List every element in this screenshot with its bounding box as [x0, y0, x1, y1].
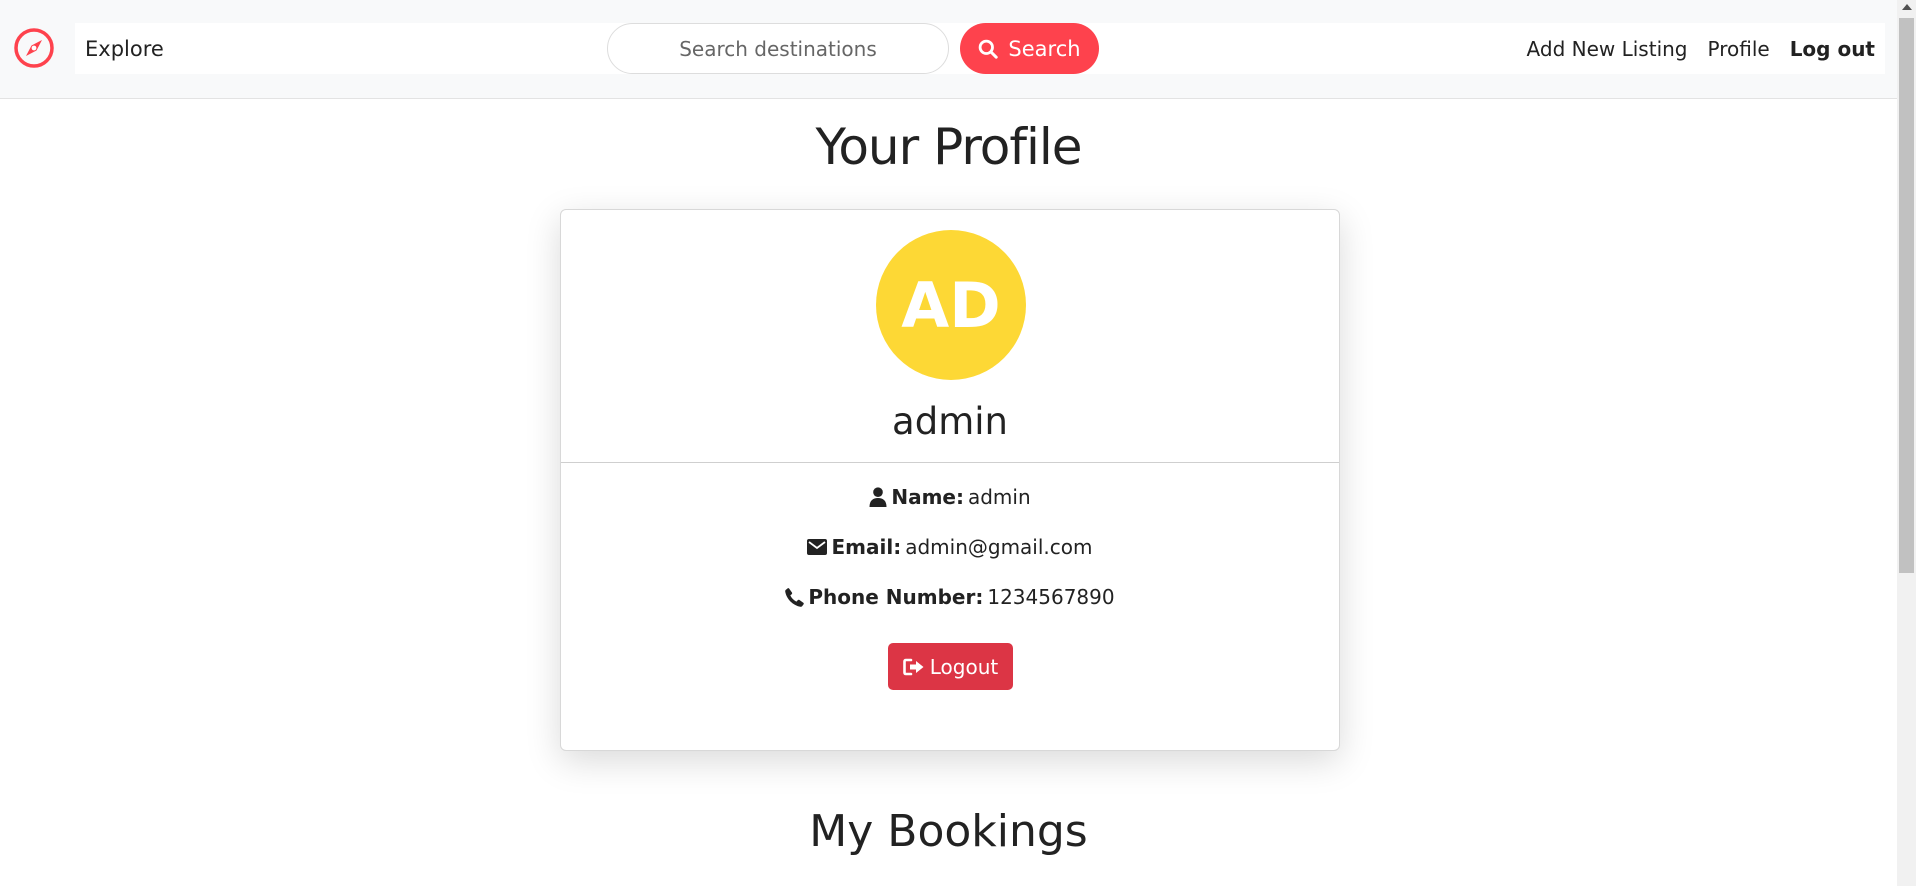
profile-name-row: Name: admin	[561, 485, 1339, 509]
name-value: admin	[967, 485, 1031, 509]
nav-links: Add New Listing Profile Log out	[1527, 23, 1875, 74]
name-label: Name:	[891, 485, 964, 509]
avatar: AD	[876, 230, 1026, 380]
brand-logo[interactable]	[13, 27, 55, 69]
sign-out-icon	[902, 658, 924, 675]
nav-add-listing-link[interactable]: Add New Listing	[1527, 37, 1688, 61]
nav-explore-link[interactable]: Explore	[85, 23, 164, 74]
compass-icon	[14, 28, 54, 68]
email-value: admin@gmail.com	[905, 535, 1093, 559]
envelope-icon	[807, 539, 828, 555]
profile-email-row: Email: admin@gmail.com	[561, 535, 1339, 559]
logout-button[interactable]: Logout	[888, 643, 1013, 690]
navbar-content: Explore Search Add New Listing Profile L…	[75, 23, 1885, 74]
email-label: Email:	[831, 535, 902, 559]
profile-username: admin	[892, 400, 1008, 443]
logout-button-label: Logout	[929, 654, 999, 679]
bookings-title: My Bookings	[809, 806, 1088, 857]
page-scrollbar[interactable]	[1897, 0, 1916, 886]
card-divider	[561, 462, 1339, 463]
search-icon	[979, 39, 999, 59]
search-button-label: Search	[1008, 36, 1081, 61]
user-icon	[869, 487, 887, 507]
profile-phone-row: Phone Number: 1234567890	[561, 585, 1339, 609]
phone-icon	[785, 587, 805, 607]
nav-profile-link[interactable]: Profile	[1708, 37, 1770, 61]
phone-label: Phone Number:	[808, 585, 984, 609]
search-input[interactable]	[607, 23, 949, 74]
avatar-initials: AD	[901, 268, 1001, 342]
profile-card: AD admin Name: admin Email: admin@gmail.…	[560, 209, 1340, 751]
scrollbar-thumb[interactable]	[1899, 18, 1914, 573]
phone-value: 1234567890	[987, 585, 1115, 609]
navbar: Explore Search Add New Listing Profile L…	[0, 0, 1897, 99]
nav-logout-link[interactable]: Log out	[1790, 37, 1875, 61]
scroll-up-arrow-icon[interactable]	[1902, 4, 1912, 10]
page-title: Your Profile	[815, 118, 1082, 176]
search-button[interactable]: Search	[960, 23, 1099, 74]
